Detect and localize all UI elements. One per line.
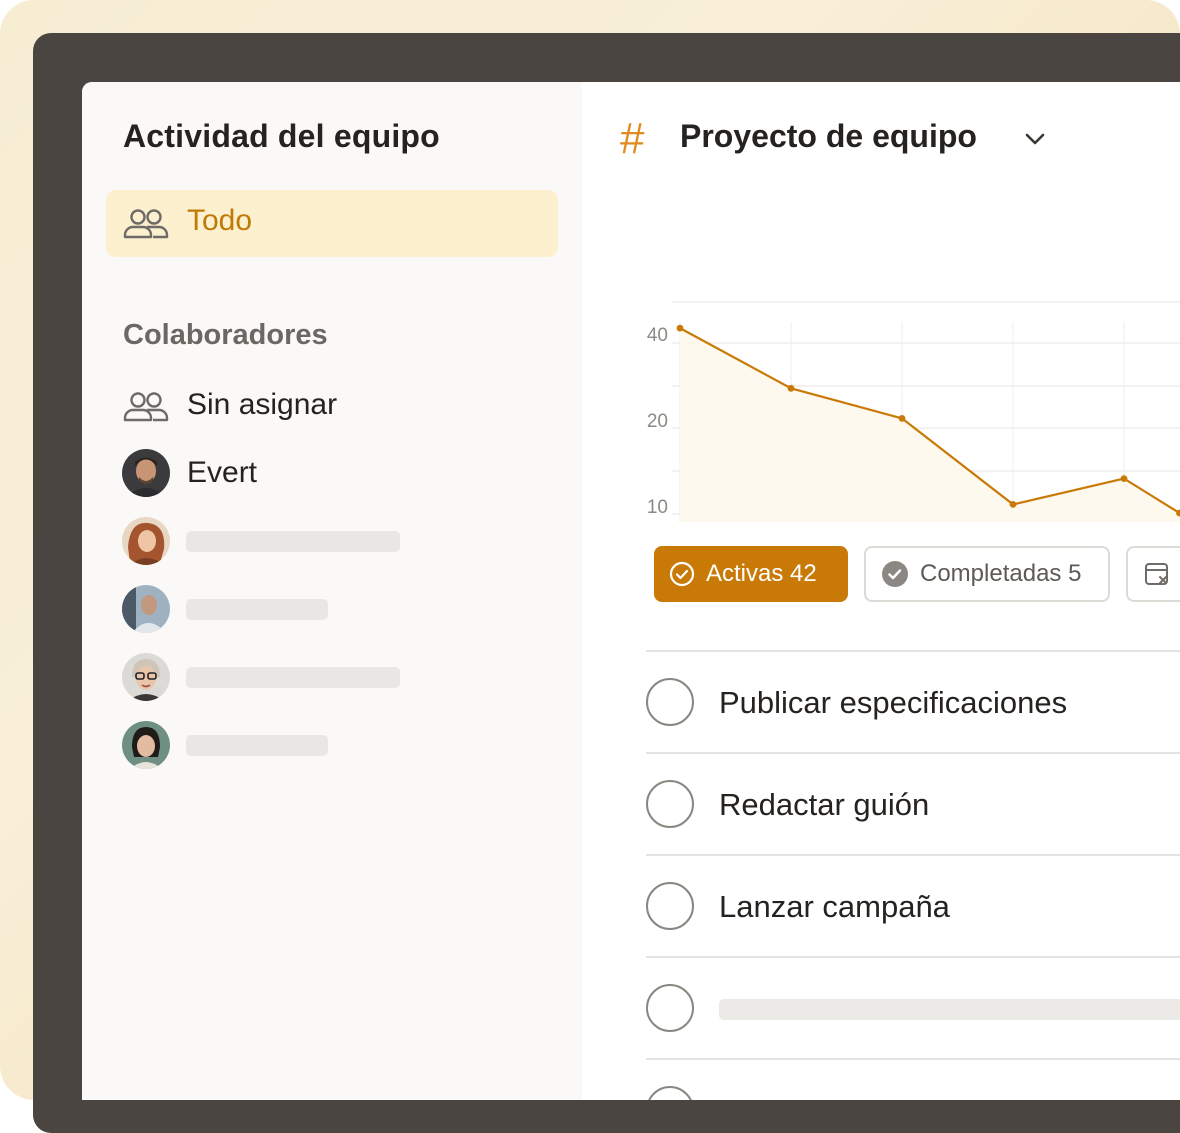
name-placeholder: [186, 735, 328, 756]
avatar: [122, 585, 170, 633]
sidebar-title: Actividad del equipo: [123, 118, 440, 154]
data-point: [898, 415, 906, 422]
clear-filter-button[interactable]: [1126, 546, 1180, 602]
completed-filter-button[interactable]: Completadas 5: [864, 546, 1110, 602]
sidebar-item-todo[interactable]: Todo: [106, 190, 558, 257]
data-point: [787, 384, 795, 392]
chevron-down-icon[interactable]: [1024, 132, 1046, 151]
name-placeholder: [186, 531, 400, 552]
task-checkbox[interactable]: [646, 882, 694, 930]
people-icon: [122, 391, 170, 428]
collaborator-label: Sin asignar: [187, 388, 338, 421]
collaborator-evert[interactable]: Evert: [122, 448, 562, 498]
task-checkbox[interactable]: [646, 1086, 694, 1100]
avatar: [122, 449, 170, 497]
activity-chart: 40201013579: [647, 301, 1180, 522]
collaborator[interactable]: [122, 516, 562, 566]
app-window: Actividad del equipo Todo Colaboradores: [82, 82, 1180, 1100]
avatar: [122, 653, 170, 701]
name-placeholder: [186, 599, 328, 620]
sidebar-item-label: Todo: [187, 204, 253, 237]
sidebar: Actividad del equipo Todo Colaboradores: [82, 82, 582, 1100]
collaborator-label: Evert: [187, 456, 258, 489]
task-row[interactable]: Publicar especificaciones: [646, 650, 1180, 752]
active-filter-label: Activas 42: [706, 560, 817, 587]
collaborators-heading: Colaboradores: [123, 319, 328, 351]
task-row[interactable]: Lanzar campaña: [646, 854, 1180, 956]
data-point: [1120, 475, 1128, 482]
collaborator[interactable]: [122, 720, 562, 770]
collaborator[interactable]: [122, 652, 562, 702]
collaborator-unassigned[interactable]: Sin asignar: [122, 380, 562, 430]
avatar: [122, 517, 170, 565]
data-point: [676, 324, 684, 332]
series-area: [680, 328, 1180, 522]
task-checkbox[interactable]: [646, 984, 694, 1032]
task-checkbox[interactable]: [646, 780, 694, 828]
task-label: Publicar especificaciones: [719, 685, 1068, 720]
name-placeholder: [186, 667, 400, 688]
main-panel: # Proyecto de equipo 40201013579 Activas…: [582, 82, 1180, 1100]
check-badge-icon: [881, 560, 909, 588]
task-row[interactable]: [646, 1058, 1180, 1100]
task-label: Lanzar campaña: [719, 889, 950, 924]
check-circle-icon: [669, 561, 695, 587]
project-hash-icon: #: [620, 114, 645, 163]
completed-filter-label: Completadas 5: [920, 560, 1082, 587]
collaborator[interactable]: [122, 584, 562, 634]
task-row[interactable]: [646, 956, 1180, 1058]
avatar: [122, 721, 170, 769]
task-placeholder: [719, 999, 1180, 1020]
task-row[interactable]: Redactar guión: [646, 752, 1180, 854]
y-tick-label: 10: [647, 497, 668, 518]
active-filter-button[interactable]: Activas 42: [654, 546, 848, 602]
y-tick-label: 40: [647, 325, 668, 346]
task-checkbox[interactable]: [646, 678, 694, 726]
task-label: Redactar guión: [719, 787, 930, 822]
calendar-x-icon: [1143, 560, 1171, 588]
people-icon: [122, 208, 170, 245]
data-point: [1009, 501, 1017, 508]
project-title[interactable]: Proyecto de equipo: [680, 118, 977, 155]
y-tick-label: 20: [647, 411, 668, 432]
